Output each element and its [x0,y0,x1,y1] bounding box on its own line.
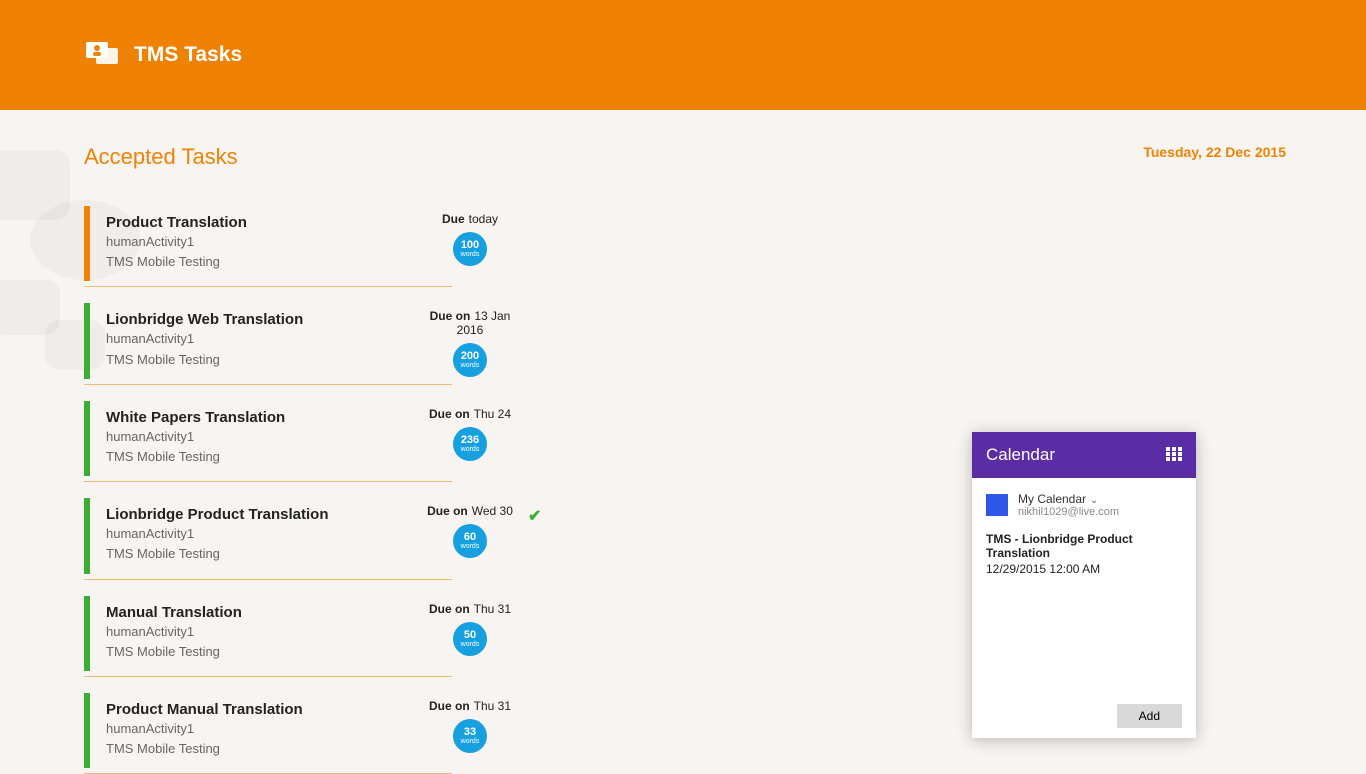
task-due-label: Due on [429,699,470,713]
app-logo-block: TMS Tasks [84,36,242,75]
task-word-unit: words [461,641,480,648]
task-word-unit: words [461,543,480,550]
task-activity: humanActivity1 [106,233,434,251]
task-activity: humanActivity1 [106,330,434,348]
task-word-count: 33 [464,727,476,738]
calendar-header: Calendar [972,432,1196,478]
task-word-count: 50 [464,630,476,641]
task-project: TMS Mobile Testing [106,253,434,271]
task-word-badge: 50words [453,622,487,656]
task-project: TMS Mobile Testing [106,740,434,758]
task-word-unit: words [461,738,480,745]
task-due-block: Due today 100words [420,212,520,266]
task-list: Product Translation humanActivity1 TMS Mob… [84,206,444,768]
task-word-badge: 200words [453,343,487,377]
task-activity: humanActivity1 [106,525,434,543]
task-card[interactable]: White Papers Translation humanActivity1 TM… [84,401,444,476]
calendar-title: Calendar [986,445,1055,465]
task-due-block: Due on Wed 30 60words [420,504,520,558]
current-date: Tuesday, 22 Dec 2015 [1143,144,1286,160]
task-card[interactable]: Lionbridge Product Translation humanActiv… [84,498,444,573]
task-word-badge: 236words [453,427,487,461]
chevron-down-icon: ⌄ [1090,495,1098,506]
task-due-date: today [469,212,498,226]
app-title: TMS Tasks [134,43,242,67]
calendar-popup: Calendar My Calendar⌄ nikhil1029@live.co… [972,432,1196,738]
task-due-date: Wed 30 [472,504,513,518]
task-due-block: Due on Thu 24 236words [420,407,520,461]
task-due-block: Due on Thu 31 50words [420,602,520,656]
task-due-block: Due on13 Jan 2016200words [420,309,520,377]
task-title: White Papers Translation [106,409,434,426]
task-title: Lionbridge Web Translation [106,311,434,328]
task-word-unit: words [461,362,480,369]
app-logo-icon [84,36,124,75]
section-title: Accepted Tasks [84,144,1286,170]
task-word-count: 60 [464,532,476,543]
calendar-color-swatch [986,494,1008,516]
task-title: Product Translation [106,214,434,231]
calendar-account-name: My Calendar⌄ [1018,492,1119,506]
task-word-unit: words [461,251,480,258]
task-project: TMS Mobile Testing [106,351,434,369]
task-card[interactable]: Lionbridge Web Translation humanActivity1… [84,303,444,378]
task-due-date: Thu 31 [474,699,511,713]
calendar-account-row[interactable]: My Calendar⌄ nikhil1029@live.com [986,492,1182,518]
task-due-block: Due on Thu 31 33words [420,699,520,753]
task-title: Manual Translation [106,604,434,621]
check-icon: ✔ [528,506,541,526]
calendar-event-time: 12/29/2015 12:00 AM [986,562,1182,576]
task-due-date: Thu 31 [474,602,511,616]
task-word-unit: words [461,446,480,453]
calendar-grid-icon[interactable] [1166,447,1182,464]
task-title: Lionbridge Product Translation [106,506,434,523]
task-word-badge: 60words [453,524,487,558]
task-word-badge: 100words [453,232,487,266]
task-project: TMS Mobile Testing [106,643,434,661]
task-due-label: Due [442,212,465,226]
task-project: TMS Mobile Testing [106,545,434,563]
task-due-date: Thu 24 [474,407,511,421]
calendar-event-title: TMS - Lionbridge Product Translation [986,532,1182,560]
task-word-count: 236 [461,435,479,446]
calendar-account-email: nikhil1029@live.com [1018,506,1119,518]
task-activity: humanActivity1 [106,428,434,446]
task-due-label: Due on [427,504,468,518]
task-due-label: Due on [429,407,470,421]
task-activity: humanActivity1 [106,720,434,738]
task-word-badge: 33words [453,719,487,753]
task-activity: humanActivity1 [106,623,434,641]
task-title: Product Manual Translation [106,701,434,718]
task-word-count: 100 [461,240,479,251]
task-due-label: Due on [430,309,471,323]
task-project: TMS Mobile Testing [106,448,434,466]
task-card[interactable]: Product Translation humanActivity1 TMS Mob… [84,206,444,281]
calendar-add-button[interactable]: Add [1117,704,1182,728]
task-due-label: Due on [429,602,470,616]
task-word-count: 200 [461,351,479,362]
app-header: TMS Tasks [0,0,1366,110]
task-card[interactable]: Manual Translation humanActivity1 TMS Mobi… [84,596,444,671]
task-card[interactable]: Product Manual Translation humanActivity1… [84,693,444,768]
